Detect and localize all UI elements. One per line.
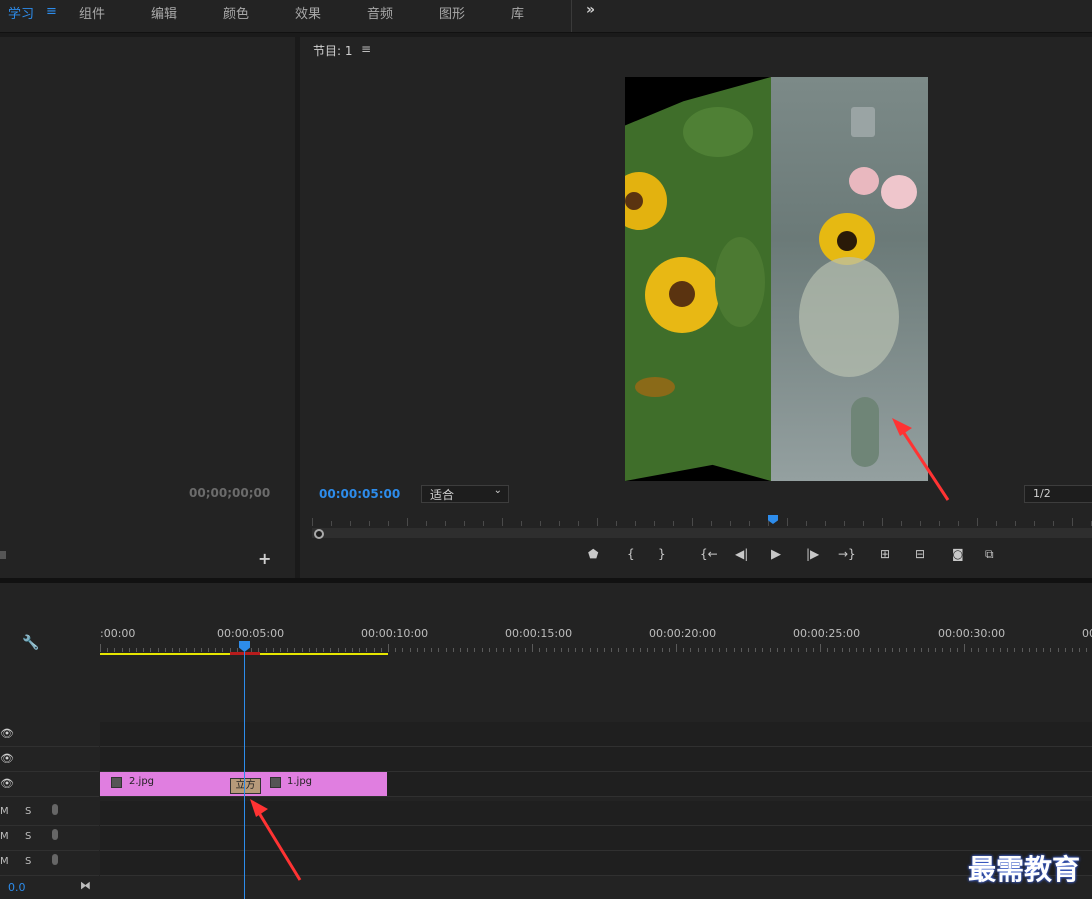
watermark-logo: 最需教育 xyxy=(968,853,1081,886)
arrow-to-transition xyxy=(250,799,302,881)
arrow-to-preview xyxy=(892,418,950,501)
annotation-arrows xyxy=(250,418,950,881)
